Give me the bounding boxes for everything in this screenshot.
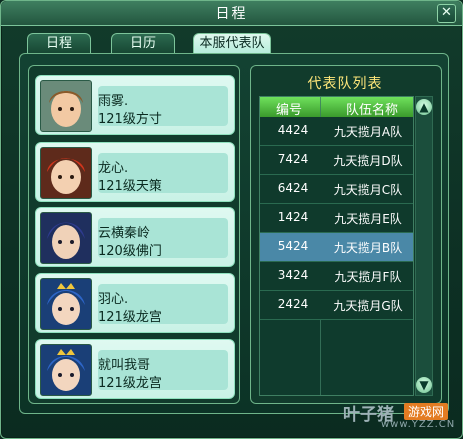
team-name: 九天揽月C队 [333,183,403,197]
portrait-red-hair-icon [40,147,92,199]
table-row[interactable]: 1424 九天揽月E队 [260,204,413,233]
portrait-brown-hair-icon [40,80,92,132]
close-icon[interactable]: ✕ [437,4,456,23]
title-bar: 日程 ✕ [1,1,462,26]
member-name: 龙心. [98,161,129,176]
column-header-id: 编号 [276,103,303,118]
team-list-title: 代表队列表 [307,76,383,92]
member-name: 就叫我哥 [98,358,151,373]
member-card[interactable]: 云横秦岭 120级佛门 [35,207,235,267]
table-row[interactable]: 7424 九天揽月D队 [260,146,413,175]
column-header-name: 队伍名称 [346,103,399,118]
tab-schedule[interactable]: 日程 [27,33,91,53]
team-list-scrollbar[interactable]: ▲ ▼ [415,96,433,396]
site-watermark: 叶子猪 游戏网 www.YZZ.CN [343,400,463,434]
table-row[interactable]: 3424 九天揽月F队 [260,262,413,291]
table-row[interactable]: 4424 九天揽月A队 [260,117,413,146]
table-header: 编号 队伍名称 [260,97,413,118]
member-card[interactable]: 羽心. 121级龙宫 [35,273,235,333]
member-name: 云横秦岭 [98,226,151,241]
team-id: 6424 [277,181,309,195]
member-level: 121级天策 [98,179,162,194]
team-id: 5424 [277,239,309,253]
member-level: 121级方寸 [98,112,162,127]
team-name: 九天揽月D队 [333,154,403,168]
team-id: 4424 [277,123,309,137]
member-name: 雨雾. [98,94,129,109]
member-card[interactable]: 雨雾. 121级方寸 [35,75,235,135]
watermark-badge: 游戏网 [404,403,449,420]
member-info: 雨雾. 121级方寸 [98,86,228,127]
team-id: 2424 [277,297,309,311]
team-name: 九天揽月B队 [333,241,403,255]
team-id: 3424 [277,268,309,282]
table-row[interactable]: 2424 九天揽月G队 [260,291,413,320]
portrait-blue-crown-icon [40,344,92,396]
member-card[interactable]: 龙心. 121级天策 [35,142,235,202]
member-card[interactable]: 就叫我哥 121级龙宫 [35,339,235,399]
window-title: 日程 [215,6,248,22]
member-info: 就叫我哥 121级龙宫 [98,350,228,391]
member-info: 羽心. 121级龙宫 [98,284,228,325]
watermark-url: www.YZZ.CN [381,419,456,430]
member-level: 120级佛门 [98,244,162,259]
team-name: 九天揽月G队 [333,299,403,313]
member-info: 云横秦岭 120级佛门 [98,218,228,259]
member-info: 龙心. 121级天策 [98,153,228,194]
tab-server-team[interactable]: 本服代表队 [193,33,271,53]
team-id: 1424 [277,210,309,224]
scroll-down-icon[interactable]: ▼ [416,377,432,393]
team-name: 九天揽月F队 [334,270,402,284]
member-name: 羽心. [98,292,129,307]
team-table: 编号 队伍名称 4424 九天揽月A队 7424 九天揽月D队 6424 九天揽… [259,96,414,396]
schedule-window: 日程 ✕ 日程 日历 本服代表队 雨雾. 121级方寸 龙心. 121级天策 云… [0,0,463,439]
member-level: 121级龙宫 [98,310,162,325]
team-id: 7424 [277,152,309,166]
team-name: 九天揽月A队 [333,125,403,139]
portrait-blue-hair-icon [40,212,92,264]
table-row[interactable]: 6424 九天揽月C队 [260,175,413,204]
scroll-up-icon[interactable]: ▲ [416,99,432,115]
team-name: 九天揽月E队 [334,212,402,226]
portrait-blue-crown-icon [40,278,92,330]
table-row-selected[interactable]: 5424 九天揽月B队 [260,233,413,262]
member-level: 121级龙宫 [98,376,162,391]
tab-calendar[interactable]: 日历 [111,33,175,53]
